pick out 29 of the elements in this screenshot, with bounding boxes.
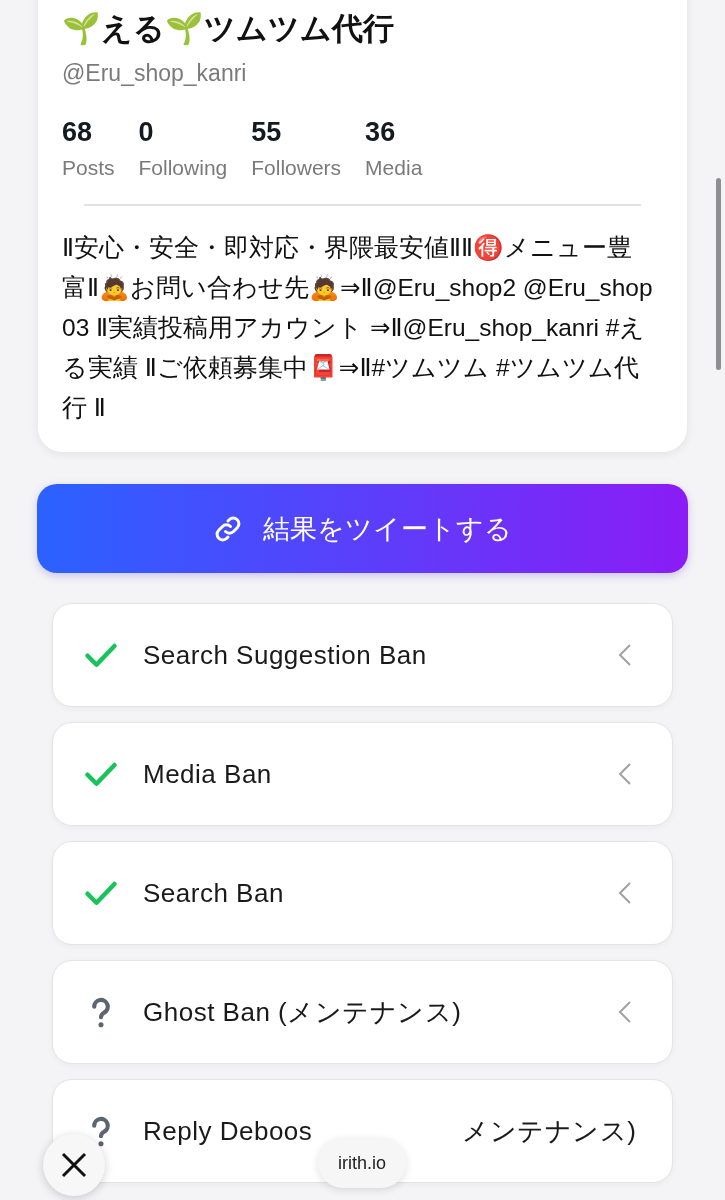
- stat-count: 36: [365, 117, 397, 148]
- check-label: Media Ban: [143, 758, 272, 790]
- check-row[interactable]: Media Ban: [52, 722, 673, 826]
- stat-label: Followers: [251, 156, 342, 180]
- check-label: Ghost Ban (メンテナンス): [143, 995, 462, 1029]
- check-label: Search Ban: [143, 877, 284, 909]
- profile-name: 🌱える🌱ツムツム代行: [62, 10, 394, 48]
- chevron-left-icon: [618, 881, 632, 905]
- stat-label: Following: [138, 156, 228, 180]
- chevron-left-icon: [618, 762, 632, 786]
- check-row[interactable]: Ghost Ban (メンテナンス): [52, 960, 673, 1064]
- stat-label: Media: [365, 156, 423, 180]
- chevron-left-icon: [618, 1000, 632, 1024]
- close-button[interactable]: [43, 1134, 105, 1196]
- stat-count: 55: [251, 117, 283, 148]
- domain-badge: irith.io: [318, 1138, 406, 1188]
- check-row[interactable]: Search Suggestion Ban: [52, 603, 673, 707]
- profile-handle: @Eru_shop_kanri: [62, 60, 247, 87]
- profile-bio: Ⅱ安心・安全・即対応・界隈最安値ⅡⅡ🉐メニュー豊富Ⅱ🙇お問い合わせ先🙇⇒Ⅱ@Eru_shop2 @Eru_shop03 Ⅱ実績投稿用アカウント ⇒Ⅱ@Eru_shop_kanri #える実績 Ⅱご依頼募集中📮⇒Ⅱ#ツムツム #ツムツム代行 Ⅱ: [62, 233, 654, 423]
- check-row[interactable]: Search Ban: [52, 841, 673, 945]
- chevron-left-icon: [618, 643, 632, 667]
- close-icon: [61, 1152, 87, 1178]
- check-label: Reply Deboos: [143, 1115, 313, 1147]
- stat-count: 68: [62, 117, 94, 148]
- tweet-button[interactable]: 結果をツイートする: [37, 484, 688, 573]
- check-label: Search Suggestion Ban: [143, 639, 427, 671]
- stat-label: Posts: [62, 156, 115, 180]
- check-label: メンテナンス): [462, 1114, 637, 1148]
- stat-count: 0: [138, 117, 155, 148]
